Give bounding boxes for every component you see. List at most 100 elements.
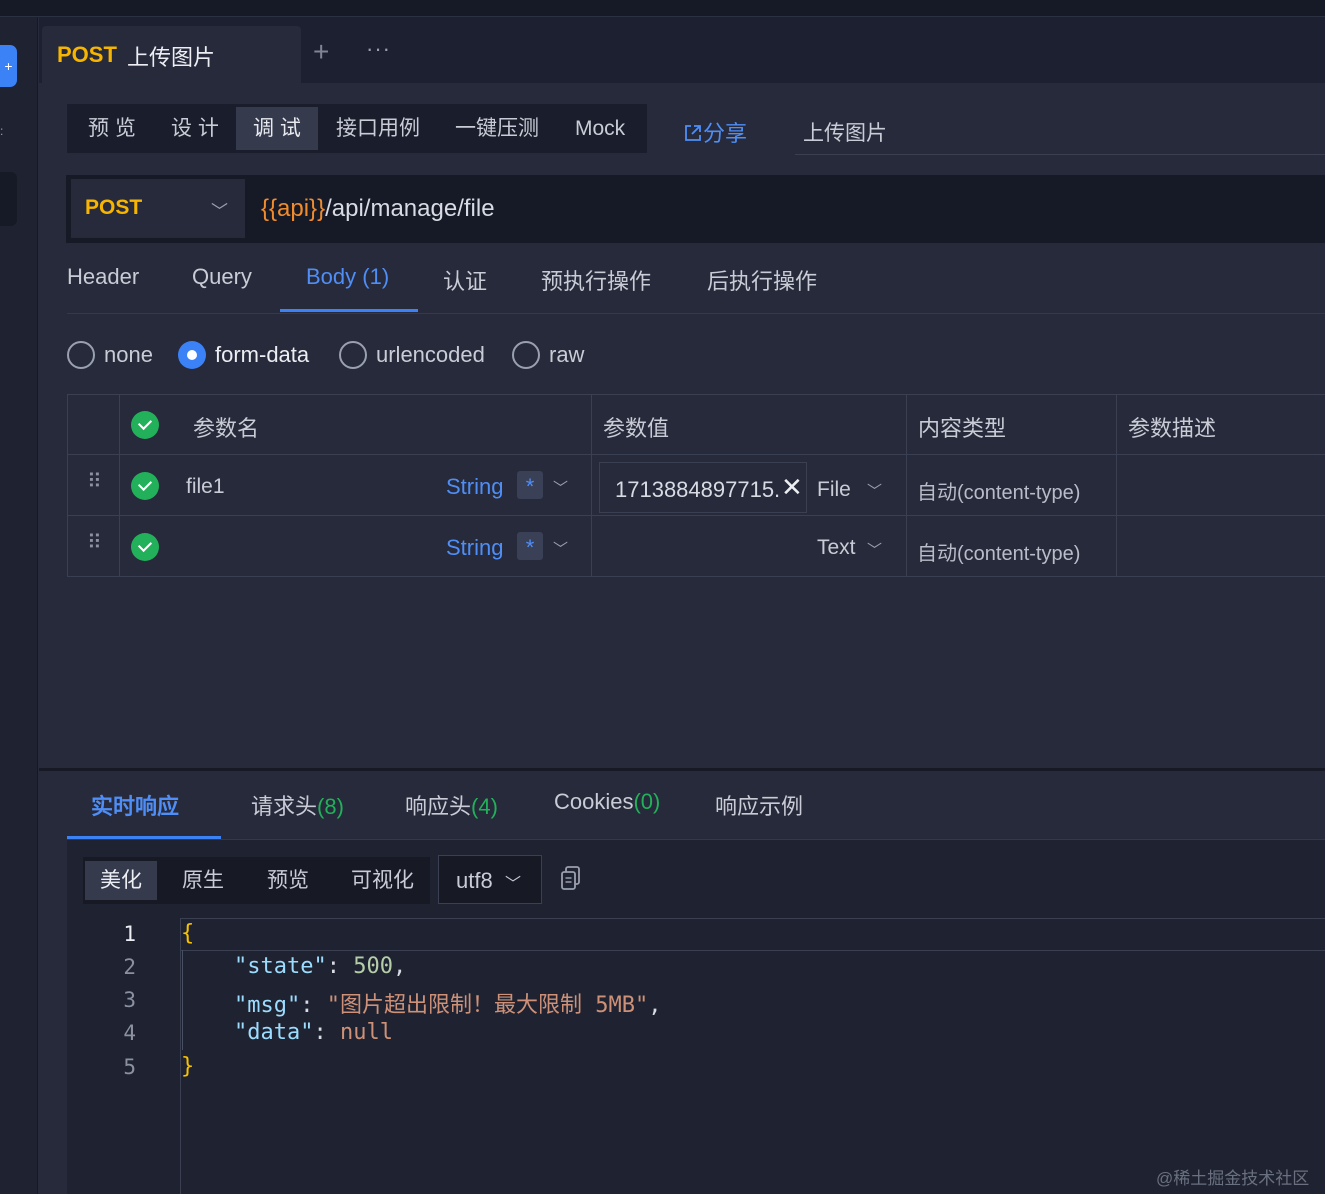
row-checkbox[interactable] [131,472,159,500]
add-tab-icon[interactable]: + [313,36,329,68]
drag-handle-icon[interactable]: ⠿ [87,533,102,553]
table-divider [1116,394,1117,577]
tab-response-headers-label: 响应头 [405,794,472,819]
tab-body[interactable]: Body (1) [306,264,389,290]
content-type[interactable]: 自动(content-type) [917,537,1080,566]
tab-cookies-label: Cookies [554,789,634,814]
mode-debug[interactable]: 调 试 [236,107,318,150]
line-number: 4 [123,1021,136,1045]
line-number: 3 [123,988,136,1012]
select-all-checkbox[interactable] [131,411,159,439]
line-number: 5 [123,1055,136,1079]
radio-form-data-label: form-data [215,342,310,367]
radio-raw-label: raw [549,342,585,367]
tab-method-badge: POST [57,42,117,67]
code-line: "msg": "图片超出限制！最大限制 5MB", [233,993,662,1018]
tab-title: 上传图片 [127,45,216,70]
row-checkbox[interactable] [131,533,159,561]
value-type-select[interactable]: Text [817,536,856,560]
json-value: 500 [353,954,393,979]
tab-request-headers-label: 请求头 [251,794,318,819]
line-number: 2 [123,955,136,979]
copy-icon[interactable] [561,866,581,890]
tab-auth[interactable]: 认证 [443,264,487,296]
clear-file-icon[interactable]: ✕ [781,472,803,502]
radio-none[interactable] [67,341,95,369]
drag-handle-icon[interactable]: ⠿ [87,472,102,492]
chevron-down-icon: ﹀ [505,876,522,893]
tab-pre-script[interactable]: 预执行操作 [541,264,651,296]
required-toggle[interactable]: * [517,532,543,560]
param-name[interactable]: file1 [186,475,225,499]
tab-realtime-response[interactable]: 实时响应 [91,789,179,821]
watermark: @稀土掘金技术社区 [1156,1169,1310,1188]
radio-raw[interactable] [512,341,540,369]
radio-form-data[interactable] [178,341,206,369]
json-key: "state" [233,954,327,979]
table-divider [67,515,1325,516]
radio-urlencoded-label: urlencoded [376,342,485,367]
json-key: "msg" [233,993,301,1018]
param-type[interactable]: String [446,474,503,500]
json-brace: } [181,1054,195,1079]
rail-new-button[interactable]: + [0,45,17,87]
mode-preview[interactable]: 预 览 [71,104,153,153]
table-divider [119,394,120,577]
mode-switcher: 预 览 设 计 调 试 接口用例 一键压测 Mock [67,104,647,153]
tab-response-headers-count: (4) [471,794,498,819]
chevron-down-icon[interactable]: ﹀ [553,477,568,498]
chevron-down-icon[interactable]: ﹀ [867,539,882,560]
header-content-type: 内容类型 [918,416,1007,441]
tab-response-headers[interactable]: 响应头(4) [405,789,498,821]
content-type[interactable]: 自动(content-type) [917,476,1080,505]
url-path: /api/manage/file [325,195,495,222]
table-divider [591,394,592,577]
rail-item-icon[interactable]: : [0,124,4,138]
api-name-field[interactable]: 上传图片 [803,117,887,147]
tab-header[interactable]: Header [67,264,139,290]
tab-response-example[interactable]: 响应示例 [715,789,803,821]
tab-request-headers-count: (8) [317,794,344,819]
mode-mock[interactable]: Mock [558,104,642,153]
format-raw[interactable]: 原生 [167,857,239,904]
mode-test-cases[interactable]: 接口用例 [319,104,437,153]
radio-urlencoded[interactable] [339,341,367,369]
param-type[interactable]: String [446,535,503,561]
tab-post-script[interactable]: 后执行操作 [707,264,817,296]
tab-cookies-count: (0) [633,789,661,814]
chevron-down-icon[interactable]: ﹀ [867,480,882,501]
active-tab-indicator [280,309,418,312]
url-variable: {{api}} [261,195,326,222]
url-bar [66,175,1325,243]
method-value: POST [85,196,143,219]
resize-handle[interactable] [39,768,1325,771]
tab-body-count: (1) [362,264,390,289]
mode-load-test[interactable]: 一键压测 [438,104,556,153]
chevron-down-icon[interactable]: ﹀ [553,538,568,559]
format-pretty[interactable]: 美化 [85,861,157,900]
table-divider [67,576,1325,577]
json-value: "图片超出限制！最大限制 5MB" [326,993,649,1018]
api-name-underline [795,154,1325,155]
header-param-value: 参数值 [603,416,670,441]
rail-active-item[interactable] [0,172,17,226]
code-line: "data": null [233,1020,393,1045]
tabs-divider [67,313,1325,314]
url-input[interactable]: {{api}}/api/manage/file [261,195,495,223]
format-visualize[interactable]: 可视化 [336,857,429,904]
file-name: 1713884897715. [615,477,781,502]
more-icon[interactable]: ··· [366,36,391,62]
format-preview[interactable]: 预览 [252,857,324,904]
value-type-select[interactable]: File [817,478,851,502]
json-key: "data" [233,1020,314,1045]
header-param-name: 参数名 [193,416,260,441]
tab-cookies[interactable]: Cookies(0) [554,789,660,815]
tab-query[interactable]: Query [192,264,252,290]
mode-design[interactable]: 设 计 [154,104,236,153]
current-line-highlight [181,918,1325,951]
required-toggle[interactable]: * [517,471,543,499]
encoding-value: utf8 [456,868,493,893]
share-link[interactable]: 分享 [683,116,747,148]
table-divider [67,454,1325,455]
tab-request-headers[interactable]: 请求头(8) [251,789,344,821]
